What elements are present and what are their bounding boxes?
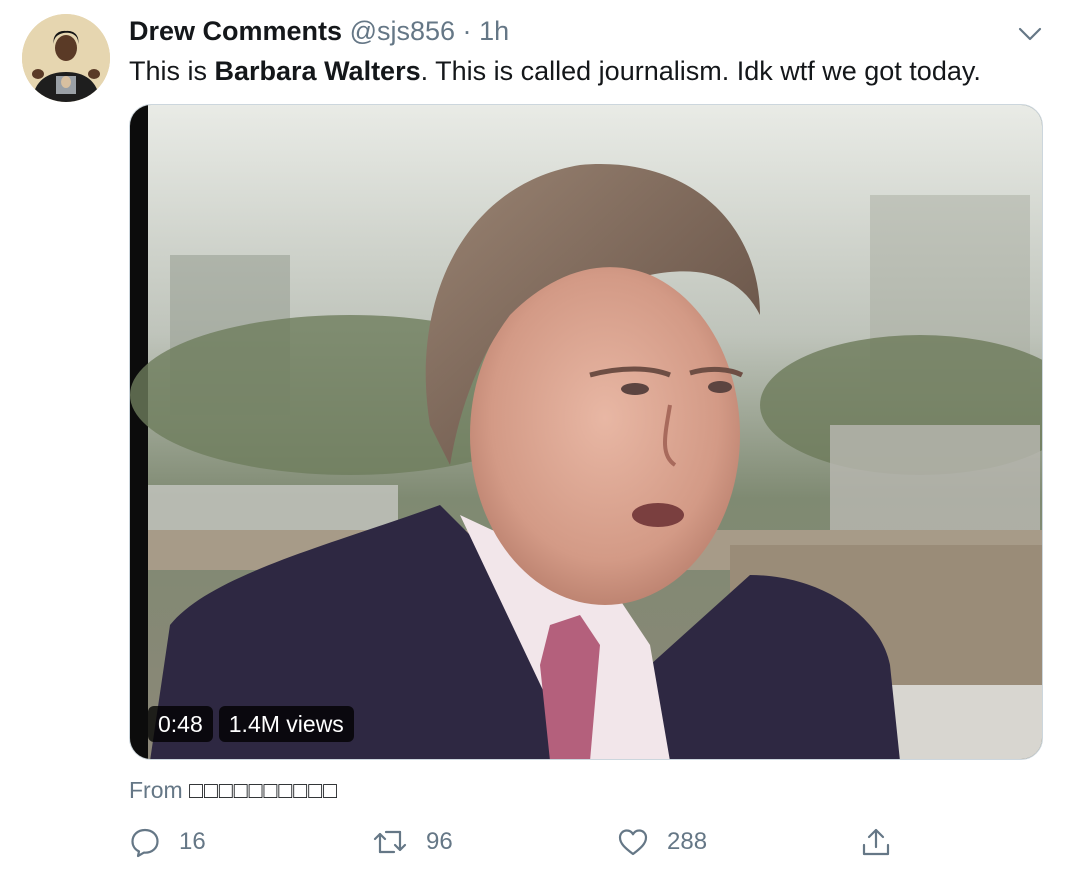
share-icon — [862, 828, 890, 856]
tweet-text-part: This is — [129, 56, 215, 86]
source-link[interactable]: □□□□□□□□□□ — [189, 777, 338, 803]
separator-dot: · — [462, 16, 472, 46]
video-player[interactable] — [129, 104, 1043, 760]
source-prefix: From — [129, 777, 190, 803]
tweet-text: This is Barbara Walters. This is called … — [129, 54, 981, 88]
like-count: 288 — [667, 828, 708, 855]
reply-count: 16 — [179, 828, 206, 855]
source-attribution: From □□□□□□□□□□ — [129, 775, 338, 805]
tweet-text-part: . This is called journalism. Idk wtf we … — [420, 56, 981, 86]
retweet-count: 96 — [426, 828, 453, 855]
tweet: Drew Comments @sjs856 · 1h This is Barba… — [0, 0, 1072, 884]
video-duration: 0:48 — [148, 706, 213, 742]
retweet-button[interactable]: 96 — [372, 823, 453, 861]
more-options-button[interactable] — [1016, 20, 1044, 48]
author-name[interactable]: Drew Comments — [129, 16, 342, 46]
share-button[interactable] — [860, 823, 892, 861]
reply-button[interactable]: 16 — [129, 823, 206, 861]
tweet-text-bold: Barbara Walters — [214, 56, 421, 86]
like-button[interactable]: 288 — [617, 823, 707, 861]
retweet-icon — [373, 830, 407, 854]
timestamp[interactable]: 1h — [479, 16, 509, 46]
avatar-image — [22, 14, 110, 102]
tweet-header: Drew Comments @sjs856 · 1h — [129, 15, 509, 47]
author-handle[interactable]: @sjs856 — [350, 16, 455, 46]
avatar[interactable] — [22, 14, 110, 102]
video-views: 1.4M views — [218, 706, 354, 742]
reply-icon — [131, 828, 159, 858]
video-overlay: 0:48 1.4M views — [148, 706, 354, 742]
chevron-down-icon — [1018, 27, 1042, 41]
video-thumbnail — [130, 105, 1042, 759]
heart-icon — [618, 829, 648, 856]
